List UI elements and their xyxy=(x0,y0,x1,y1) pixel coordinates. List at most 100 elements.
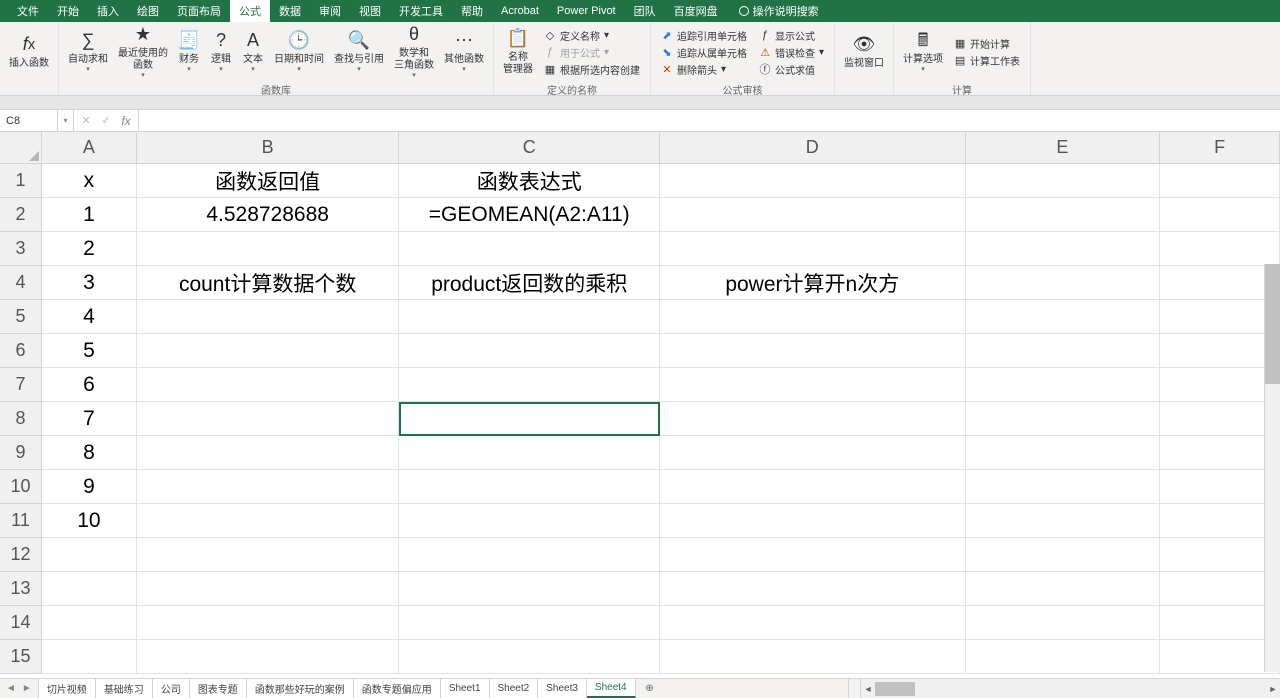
cell-B11[interactable] xyxy=(137,504,400,538)
sheet-nav-next[interactable]: ► xyxy=(22,683,32,694)
cell-A12[interactable] xyxy=(42,538,137,572)
col-header-C[interactable]: C xyxy=(399,132,660,164)
cell-C15[interactable] xyxy=(399,640,660,674)
add-sheet-button[interactable]: ⊕ xyxy=(636,679,664,698)
cell-A14[interactable] xyxy=(42,606,137,640)
tab-data[interactable]: 数据 xyxy=(270,0,310,22)
row-header-9[interactable]: 9 xyxy=(0,436,42,470)
cell-B4[interactable]: count计算数据个数 xyxy=(137,266,400,300)
cell-A9[interactable]: 8 xyxy=(42,436,137,470)
cell-F8[interactable] xyxy=(1160,402,1280,436)
cell-F11[interactable] xyxy=(1160,504,1280,538)
calc-now-button[interactable]: ▦开始计算 xyxy=(954,36,1020,51)
recent-functions-button[interactable]: ★最近使用的 函数▾ xyxy=(113,24,173,80)
cell-D14[interactable] xyxy=(660,606,966,640)
sheet-tab-4[interactable]: 函数那些好玩的案例 xyxy=(247,679,354,698)
cell-D13[interactable] xyxy=(660,572,966,606)
select-all-corner[interactable] xyxy=(0,132,42,164)
tab-dev[interactable]: 开发工具 xyxy=(390,0,452,22)
cell-B7[interactable] xyxy=(137,368,400,402)
cell-A3[interactable]: 2 xyxy=(42,232,137,266)
formula-bar[interactable] xyxy=(139,110,1280,131)
cell-A8[interactable]: 7 xyxy=(42,402,137,436)
cell-F1[interactable] xyxy=(1160,164,1280,198)
financial-button[interactable]: 🧾财务▾ xyxy=(173,24,205,80)
sheet-tab-3[interactable]: 图表专题 xyxy=(190,679,247,698)
cell-E7[interactable] xyxy=(966,368,1161,402)
cell-E4[interactable] xyxy=(966,266,1161,300)
cell-D4[interactable]: power计算开n次方 xyxy=(660,266,966,300)
row-header-6[interactable]: 6 xyxy=(0,334,42,368)
insert-function-button[interactable]: fx 插入函数 xyxy=(4,24,54,80)
cell-C5[interactable] xyxy=(399,300,660,334)
cell-B5[interactable] xyxy=(137,300,400,334)
sheet-tab-1[interactable]: 基础练习 xyxy=(96,679,153,698)
show-formulas-button[interactable]: ƒ显示公式 xyxy=(759,28,824,43)
cell-F9[interactable] xyxy=(1160,436,1280,470)
cell-D2[interactable] xyxy=(660,198,966,232)
more-functions-button[interactable]: ⋯其他函数▾ xyxy=(439,24,489,80)
cell-F10[interactable] xyxy=(1160,470,1280,504)
cell-B2[interactable]: 4.528728688 xyxy=(137,198,400,232)
cell-D12[interactable] xyxy=(660,538,966,572)
tab-draw[interactable]: 绘图 xyxy=(128,0,168,22)
cell-B9[interactable] xyxy=(137,436,400,470)
row-header-2[interactable]: 2 xyxy=(0,198,42,232)
row-header-12[interactable]: 12 xyxy=(0,538,42,572)
cell-F7[interactable] xyxy=(1160,368,1280,402)
cell-A5[interactable]: 4 xyxy=(42,300,137,334)
fx-button[interactable]: fx xyxy=(116,114,136,128)
cell-F5[interactable] xyxy=(1160,300,1280,334)
tell-me-search[interactable]: 操作说明搜索 xyxy=(739,3,819,19)
cell-B8[interactable] xyxy=(137,402,400,436)
cell-C9[interactable] xyxy=(399,436,660,470)
create-from-selection-button[interactable]: ▦根据所选内容创建 xyxy=(544,62,640,77)
lookup-button[interactable]: 🔍查找与引用▾ xyxy=(329,24,389,80)
cell-C3[interactable] xyxy=(399,232,660,266)
tab-acrobat[interactable]: Acrobat xyxy=(492,2,548,20)
error-check-button[interactable]: ⚠错误检查 ▾ xyxy=(759,45,824,60)
col-header-A[interactable]: A xyxy=(42,132,137,164)
cell-A10[interactable]: 9 xyxy=(42,470,137,504)
cell-A15[interactable] xyxy=(42,640,137,674)
hscroll-left[interactable]: ◄ xyxy=(861,679,875,698)
row-header-13[interactable]: 13 xyxy=(0,572,42,606)
tab-powerpivot[interactable]: Power Pivot xyxy=(548,2,625,20)
cell-C10[interactable] xyxy=(399,470,660,504)
name-manager-button[interactable]: 📋名称 管理器 xyxy=(498,24,538,80)
define-name-button[interactable]: ◇定义名称 ▾ xyxy=(544,28,640,43)
row-header-8[interactable]: 8 xyxy=(0,402,42,436)
autosum-button[interactable]: ∑自动求和▾ xyxy=(63,24,113,80)
cell-B1[interactable]: 函数返回值 xyxy=(137,164,400,198)
cell-B14[interactable] xyxy=(137,606,400,640)
cell-D15[interactable] xyxy=(660,640,966,674)
cell-D6[interactable] xyxy=(660,334,966,368)
row-header-15[interactable]: 15 xyxy=(0,640,42,674)
horizontal-scrollbar[interactable]: ◄ ► xyxy=(860,679,1280,698)
cell-D11[interactable] xyxy=(660,504,966,538)
cell-E9[interactable] xyxy=(966,436,1161,470)
row-header-7[interactable]: 7 xyxy=(0,368,42,402)
cell-B10[interactable] xyxy=(137,470,400,504)
tab-team[interactable]: 团队 xyxy=(625,0,665,22)
logical-button[interactable]: ?逻辑▾ xyxy=(205,24,237,80)
datetime-button[interactable]: 🕒日期和时间▾ xyxy=(269,24,329,80)
cell-D8[interactable] xyxy=(660,402,966,436)
watch-window-button[interactable]: 👁监视窗口 xyxy=(839,24,889,80)
sheet-tab-8[interactable]: Sheet3 xyxy=(538,679,587,698)
cell-E14[interactable] xyxy=(966,606,1161,640)
enter-formula-button[interactable]: ✓ xyxy=(96,114,116,127)
cell-E1[interactable] xyxy=(966,164,1161,198)
cell-A11[interactable]: 10 xyxy=(42,504,137,538)
cell-E5[interactable] xyxy=(966,300,1161,334)
cell-B6[interactable] xyxy=(137,334,400,368)
cell-F4[interactable] xyxy=(1160,266,1280,300)
cell-D3[interactable] xyxy=(660,232,966,266)
tab-home[interactable]: 开始 xyxy=(48,0,88,22)
cell-A1[interactable]: x xyxy=(42,164,137,198)
sheet-nav-prev[interactable]: ◄ xyxy=(6,683,16,694)
row-header-4[interactable]: 4 xyxy=(0,266,42,300)
tab-help[interactable]: 帮助 xyxy=(452,0,492,22)
row-header-14[interactable]: 14 xyxy=(0,606,42,640)
row-header-11[interactable]: 11 xyxy=(0,504,42,538)
